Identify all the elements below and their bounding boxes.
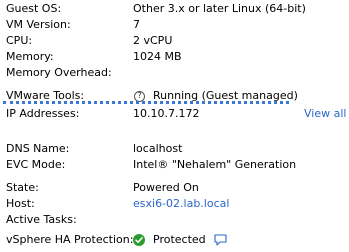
guest-os-value: Other 3.x or later Linux (64-bit) [133, 2, 306, 15]
vm-version-label: VM Version: [6, 18, 71, 31]
evc-mode-value: Intel® "Nehalem" Generation [133, 158, 297, 171]
comment-bubble-icon[interactable] [214, 234, 227, 246]
memory-value: 1024 MB [133, 50, 182, 63]
dns-name-label: DNS Name: [6, 142, 70, 155]
row-vm-version: VM Version: 7 [0, 17, 349, 33]
row-dns-name: DNS Name: localhost [0, 141, 349, 157]
dotted-separator [3, 101, 289, 104]
green-check-icon [133, 234, 145, 246]
ip-addresses-value: 10.10.7.172 [133, 107, 200, 120]
row-ha-protection: vSphere HA Protection: Protected [0, 232, 349, 248]
memory-overhead-label: Memory Overhead: [6, 66, 112, 79]
state-label: State: [6, 181, 39, 194]
row-memory-overhead: Memory Overhead: [0, 65, 349, 81]
ha-protection-value: Protected [153, 233, 206, 246]
row-memory: Memory: 1024 MB [0, 49, 349, 65]
guest-os-label: Guest OS: [6, 2, 62, 15]
row-host: Host: esxi6-02.lab.local [0, 196, 349, 212]
row-active-tasks: Active Tasks: [0, 212, 349, 228]
row-guest-os: Guest OS: Other 3.x or later Linux (64-b… [0, 1, 349, 17]
host-label: Host: [6, 197, 35, 210]
state-value: Powered On [133, 181, 199, 194]
view-all-link[interactable]: View all [304, 106, 346, 122]
memory-label: Memory: [6, 50, 54, 63]
question-circle-icon[interactable]: ? [134, 90, 145, 102]
ip-addresses-label: IP Addresses: [6, 107, 80, 120]
dns-name-value: localhost [133, 142, 183, 155]
row-state: State: Powered On [0, 180, 349, 196]
cpu-value: 2 vCPU [133, 34, 173, 47]
active-tasks-label: Active Tasks: [6, 213, 77, 226]
vm-version-value: 7 [133, 18, 140, 31]
row-ip-addresses: IP Addresses: 10.10.7.172 View all [0, 106, 349, 122]
host-link[interactable]: esxi6-02.lab.local [133, 196, 229, 212]
ha-protection-label: vSphere HA Protection: [6, 233, 134, 246]
cpu-label: CPU: [6, 34, 33, 47]
evc-mode-label: EVC Mode: [6, 158, 66, 171]
row-cpu: CPU: 2 vCPU [0, 33, 349, 49]
ha-protection-value-group: Protected [133, 232, 227, 248]
row-evc-mode: EVC Mode: Intel® "Nehalem" Generation [0, 157, 349, 173]
